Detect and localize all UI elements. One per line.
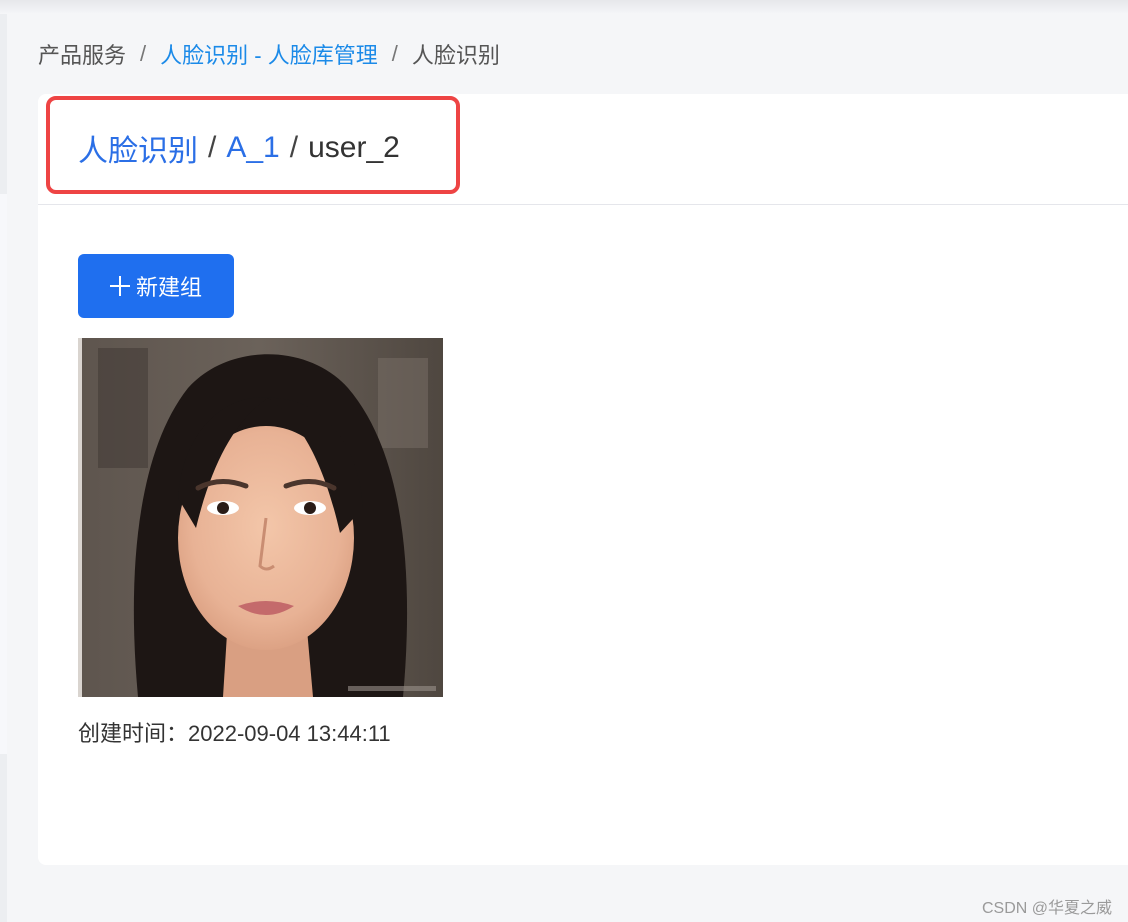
new-group-button[interactable]: 新建组 xyxy=(78,254,234,318)
created-time: 创建时间：2022-09-04 13:44:11 xyxy=(78,721,391,746)
sidebar-edge-active xyxy=(0,194,7,754)
face-photo-image xyxy=(78,338,443,697)
sidebar-edge xyxy=(0,14,7,922)
card-header: 人脸识别 / A_1 / user_2 xyxy=(38,94,1128,205)
new-group-label: 新建组 xyxy=(135,275,202,300)
page-crumb-group[interactable]: A_1 xyxy=(226,131,279,165)
breadcrumb: 产品服务 / 人脸识别 - 人脸库管理 / 人脸识别 xyxy=(38,40,500,68)
face-photo[interactable] xyxy=(78,338,443,697)
page-crumb-user: user_2 xyxy=(308,131,400,164)
page-crumb-separator: / xyxy=(289,131,299,164)
breadcrumb-item-current: 人脸识别 xyxy=(411,43,500,68)
top-shadow xyxy=(0,0,1128,14)
plus-icon xyxy=(109,276,130,296)
watermark: CSDN @华夏之威 xyxy=(981,900,1112,917)
page-breadcrumb: 人脸识别 / A_1 / user_2 xyxy=(78,128,400,168)
page-crumb-face-recognition[interactable]: 人脸识别 xyxy=(78,126,198,170)
breadcrumb-separator: / xyxy=(140,41,147,66)
page-crumb-separator: / xyxy=(208,131,217,164)
breadcrumb-item-face-library[interactable]: 人脸识别 - 人脸库管理 xyxy=(160,38,378,70)
breadcrumb-item-product-services[interactable]: 产品服务 xyxy=(38,38,126,70)
breadcrumb-separator: / xyxy=(391,41,398,66)
content-card: 人脸识别 / A_1 / user_2 新建组 创建时间：2022-09-04 … xyxy=(38,94,1128,865)
